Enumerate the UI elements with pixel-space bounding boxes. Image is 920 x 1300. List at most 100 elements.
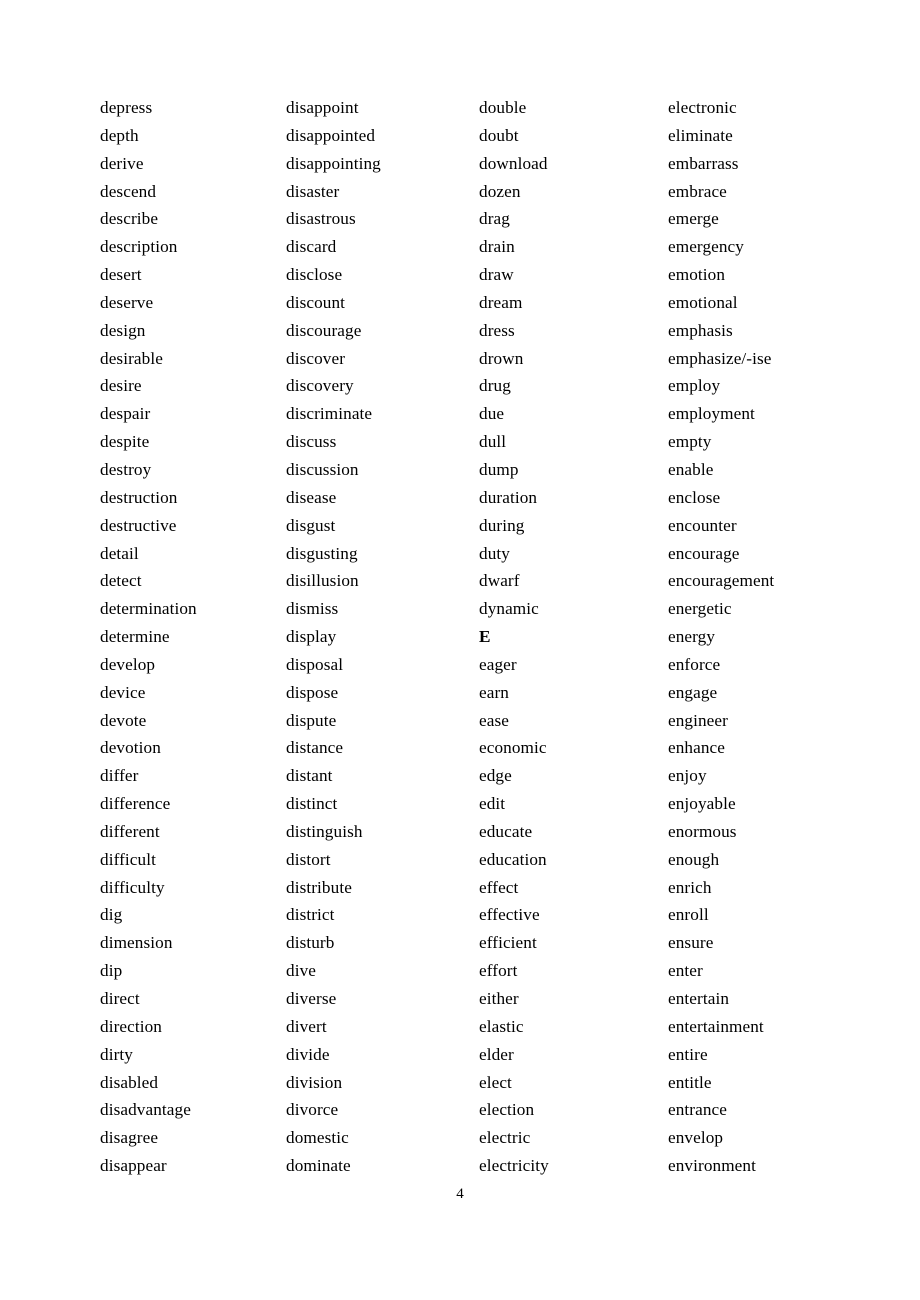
word-entry: enhance	[668, 738, 725, 758]
word-entry: disturb	[286, 933, 335, 953]
word-list-columns: depress depth derive descend describe descrip…	[100, 94, 890, 1180]
word-entry: emerge	[668, 209, 719, 229]
word-entry: either	[479, 989, 519, 1008]
word-entry: employment	[668, 404, 755, 424]
word-column-2: disappoint disappointed disappointing disas…	[286, 94, 479, 1180]
word-entry: economic	[479, 738, 547, 758]
word-entry: dump	[479, 459, 519, 479]
word-entry: device	[100, 682, 146, 702]
word-entry: effective	[479, 905, 540, 925]
word-entry: discourage	[286, 320, 362, 340]
word-entry: environment	[668, 1156, 756, 1176]
word-entry: distort	[286, 849, 331, 869]
word-entry: emphasize/-ise	[668, 348, 772, 368]
word-entry: disposal	[286, 654, 344, 674]
word-entry: disaster	[286, 181, 340, 201]
word-entry: efficient	[479, 933, 537, 953]
word-entry: discuss	[286, 432, 337, 452]
word-entry: divert	[286, 1016, 327, 1036]
word-entry: disgusting	[286, 543, 358, 563]
word-entry: deserve	[100, 292, 154, 312]
word-entry: drug	[479, 376, 511, 396]
word-entry: describe	[100, 209, 159, 229]
word-entry: emotion	[668, 265, 726, 285]
word-entry: elder	[479, 1044, 514, 1064]
word-entry: enough	[668, 849, 720, 869]
word-entry: disappointed	[286, 125, 376, 145]
word-entry: discard	[286, 237, 337, 257]
word-entry: develop	[100, 654, 156, 674]
word-entry: different	[100, 821, 160, 841]
word-entry: envelop	[668, 1128, 724, 1148]
word-entry: destroy	[100, 459, 152, 479]
word-entry: due	[479, 404, 505, 424]
word-entry: draw	[479, 265, 514, 285]
word-entry: detect	[100, 571, 142, 591]
word-entry: edit	[479, 794, 506, 814]
word-entry: doubt	[479, 125, 519, 145]
word-entry: electric	[479, 1128, 531, 1148]
word-entry: distant	[286, 766, 333, 786]
word-entry: effort	[479, 961, 518, 981]
word-entry: disappear	[100, 1156, 167, 1176]
word-entry: duration	[479, 487, 538, 507]
word-entry: discount	[286, 292, 346, 312]
word-entry: election	[479, 1100, 535, 1120]
word-entry: electronic	[668, 98, 737, 117]
word-entry: descend	[100, 181, 157, 201]
word-entry: devote	[100, 710, 147, 730]
word-entry: download	[479, 153, 548, 173]
word-entry: disclose	[286, 265, 343, 285]
word-entry: eliminate	[668, 125, 733, 145]
word-entry: enjoy	[668, 766, 707, 786]
word-entry: dive	[286, 961, 316, 981]
word-entry: distinct	[286, 794, 338, 814]
word-entry: discriminate	[286, 404, 373, 424]
word-column-1: depress depth derive descend describe descrip…	[100, 94, 286, 1180]
word-entry: discussion	[286, 459, 359, 479]
word-entry: enforce	[668, 654, 721, 674]
word-entry: entertainment	[668, 1016, 764, 1036]
word-entry: design	[100, 320, 146, 340]
word-entry: energy	[668, 627, 716, 647]
word-entry: district	[286, 905, 335, 925]
word-entry: embarrass	[668, 153, 739, 173]
word-entry: eager	[479, 654, 517, 674]
word-entry: engineer	[668, 710, 728, 730]
word-entry: dozen	[479, 181, 521, 201]
word-entry: depth	[100, 125, 139, 145]
word-entry: ease	[479, 710, 509, 730]
word-entry: dwarf	[479, 571, 520, 591]
word-entry: ensure	[668, 933, 714, 953]
word-entry: edge	[479, 766, 512, 786]
word-entry: during	[479, 515, 525, 535]
word-entry: domestic	[286, 1128, 349, 1148]
word-entry: enormous	[668, 821, 737, 841]
word-entry: enable	[668, 459, 714, 479]
word-entry: dig	[100, 905, 123, 925]
word-entry: entire	[668, 1044, 708, 1064]
word-entry: engage	[668, 682, 718, 702]
word-entry: earn	[479, 682, 509, 702]
word-entry: despair	[100, 404, 151, 424]
word-entry: drown	[479, 348, 524, 368]
word-entry: divorce	[286, 1100, 339, 1120]
word-entry: distribute	[286, 877, 352, 897]
word-entry: desire	[100, 376, 142, 396]
word-entry: elect	[479, 1072, 512, 1092]
word-entry: entitle	[668, 1072, 712, 1092]
word-entry: direction	[100, 1016, 162, 1036]
word-entry: discovery	[286, 376, 354, 396]
word-entry: destructive	[100, 515, 177, 535]
word-entry: empty	[668, 432, 712, 452]
word-entry: encourage	[668, 543, 740, 563]
word-entry: depress	[100, 98, 153, 117]
word-entry: embrace	[668, 181, 727, 201]
word-column-4: electronic eliminate embarrass embrace emerg…	[668, 94, 890, 1180]
word-entry: dominate	[286, 1156, 351, 1176]
word-entry: detail	[100, 543, 139, 563]
word-entry: encouragement	[668, 571, 775, 591]
word-entry: educate	[479, 821, 533, 841]
word-entry: dispute	[286, 710, 337, 730]
word-entry: disappoint	[286, 98, 359, 117]
